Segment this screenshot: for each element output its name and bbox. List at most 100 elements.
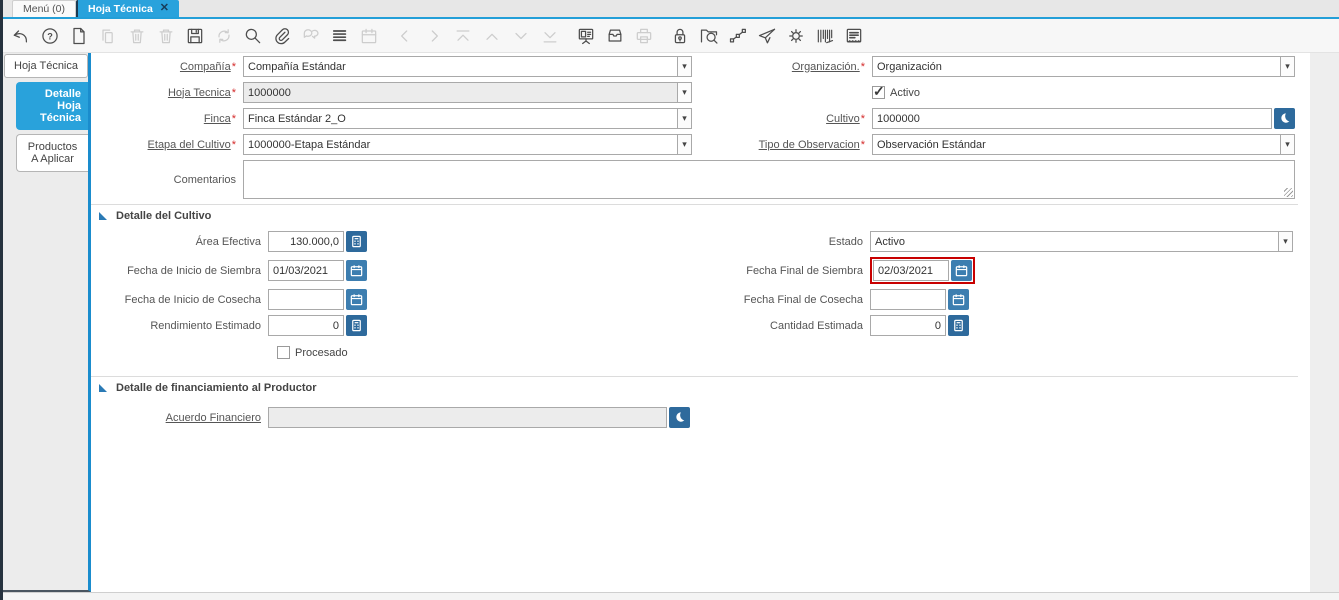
organizacion-label: Organización.* [694,61,870,73]
close-icon[interactable]: ✕ [160,3,169,14]
calendar-button[interactable] [346,260,367,281]
row-procesado: Procesado [91,342,1298,363]
tab-menu[interactable]: Menú (0) [12,0,76,17]
cultivo-input[interactable] [872,108,1272,129]
chat-icon [300,25,322,47]
cultivo-label: Cultivo* [694,113,870,125]
section-financiamiento-header[interactable]: Detalle de financiamiento al Productor [91,376,1298,399]
sidebar-tab-hoja-tecnica[interactable]: Hoja Técnica [4,54,88,78]
activo-field: Activo [872,86,1295,99]
fecha-inicio-siembra-label: Fecha de Inicio de Siembra [91,265,266,277]
sidebar-tabs: Hoja Técnica Detalle Hoja Técnica Produc… [3,53,91,592]
calculator-button[interactable] [346,315,367,336]
attachment-icon[interactable] [271,25,293,47]
section-title: Detalle del Cultivo [116,210,211,222]
compania-input[interactable] [243,56,677,77]
acuerdo-financiero-label: Acuerdo Financiero [91,412,266,424]
report-icon[interactable] [843,25,865,47]
chevron-down-icon[interactable] [677,108,692,129]
delete-selection-icon [155,25,177,47]
section-detalle-cultivo-header[interactable]: Detalle del Cultivo [91,204,1298,227]
calculator-button[interactable] [948,315,969,336]
fecha-inicio-cosecha-label: Fecha de Inicio de Cosecha [91,294,266,306]
fecha-inicio-siembra-input[interactable] [268,260,344,281]
help-icon[interactable]: ? [39,25,61,47]
row-fecha-siembra: Fecha de Inicio de Siembra Fecha Final d… [91,257,1298,284]
archive-icon[interactable] [604,25,626,47]
row-rendimiento-cantidad: Rendimiento Estimado Cantidad Estimada [91,315,1298,336]
svg-text:?: ? [47,31,53,41]
calendar-button[interactable] [951,260,972,281]
chevron-down-icon[interactable] [677,82,692,103]
hoja-tecnica-label: Hoja Tecnica* [91,87,241,99]
form-content: Compañía* Organización.* Hoja Tecnica* [91,53,1310,592]
find-icon[interactable] [242,25,264,47]
save-icon[interactable] [184,25,206,47]
barcode-icon[interactable] [814,25,836,47]
fecha-final-siembra-input[interactable] [873,260,949,281]
acuerdo-financiero-input[interactable] [268,407,667,428]
fecha-inicio-cosecha-input[interactable] [268,289,344,310]
rendimiento-estimado-field [268,315,690,336]
cultivo-field [872,108,1295,129]
area-efectiva-input[interactable] [268,231,344,252]
fecha-final-cosecha-input[interactable] [870,289,946,310]
row-compania-organizacion: Compañía* Organización.* [91,56,1298,77]
cantidad-estimada-input[interactable] [870,315,946,336]
resize-grip-icon[interactable] [1284,188,1293,197]
collapse-triangle-icon[interactable] [99,212,107,220]
previous-page-icon [394,25,416,47]
zoom-across-icon[interactable] [698,25,720,47]
workflow-icon[interactable] [727,25,749,47]
fecha-inicio-cosecha-field [268,289,690,310]
chevron-down-icon[interactable] [1280,56,1295,77]
fecha-final-cosecha-label: Fecha Final de Cosecha [692,294,868,306]
new-record-icon[interactable] [68,25,90,47]
hoja-tecnica-input[interactable] [243,82,677,103]
procesado-field: Procesado [277,346,690,359]
status-strip [3,592,1339,600]
comentarios-field [243,160,1295,199]
chevron-down-icon[interactable] [1278,231,1293,252]
procesado-checkbox[interactable] [277,346,290,359]
estado-label: Estado [692,236,868,248]
organizacion-combo [872,56,1295,77]
rendimiento-estimado-input[interactable] [268,315,344,336]
toggle-multi-row-icon[interactable] [329,25,351,47]
activo-checkbox[interactable] [872,86,885,99]
comentarios-label: Comentarios [91,174,241,186]
fecha-final-cosecha-field [870,289,1293,310]
calendar-button[interactable] [948,289,969,310]
calculator-button[interactable] [346,231,367,252]
estado-combo [870,231,1293,252]
etapa-cultivo-input[interactable] [243,134,677,155]
record-zoom-button[interactable] [1274,108,1295,129]
tab-hoja-tecnica[interactable]: Hoja Técnica ✕ [76,0,179,17]
chevron-down-icon[interactable] [1280,134,1295,155]
undo-icon[interactable] [10,25,32,47]
detail-view-icon[interactable] [575,25,597,47]
hoja-tecnica-combo [243,82,692,103]
record-zoom-button[interactable] [669,407,690,428]
chevron-down-icon[interactable] [677,134,692,155]
cantidad-estimada-label: Cantidad Estimada [692,320,868,332]
row-acuerdo-financiero: Acuerdo Financiero [91,407,1298,428]
collapse-triangle-icon[interactable] [99,384,107,392]
row-finca-cultivo: Finca* Cultivo* [91,108,1298,129]
estado-input[interactable] [870,231,1278,252]
finca-input[interactable] [243,108,677,129]
comentarios-textarea[interactable] [243,160,1295,199]
sidebar-tab-productos-a-aplicar[interactable]: Productos A Aplicar [16,134,88,172]
sidebar-tab-detalle-hoja-tecnica[interactable]: Detalle Hoja Técnica [16,82,88,130]
highlight-annotation [870,257,975,284]
send-request-icon[interactable] [756,25,778,47]
chevron-down-icon[interactable] [677,56,692,77]
lock-icon[interactable] [669,25,691,47]
tipo-observacion-label: Tipo de Observacion* [694,139,870,151]
tipo-observacion-input[interactable] [872,134,1280,155]
history-calendar-icon [358,25,380,47]
calendar-button[interactable] [346,289,367,310]
organizacion-input[interactable] [872,56,1280,77]
process-icon[interactable] [785,25,807,47]
toolbar: ? [3,19,1339,53]
